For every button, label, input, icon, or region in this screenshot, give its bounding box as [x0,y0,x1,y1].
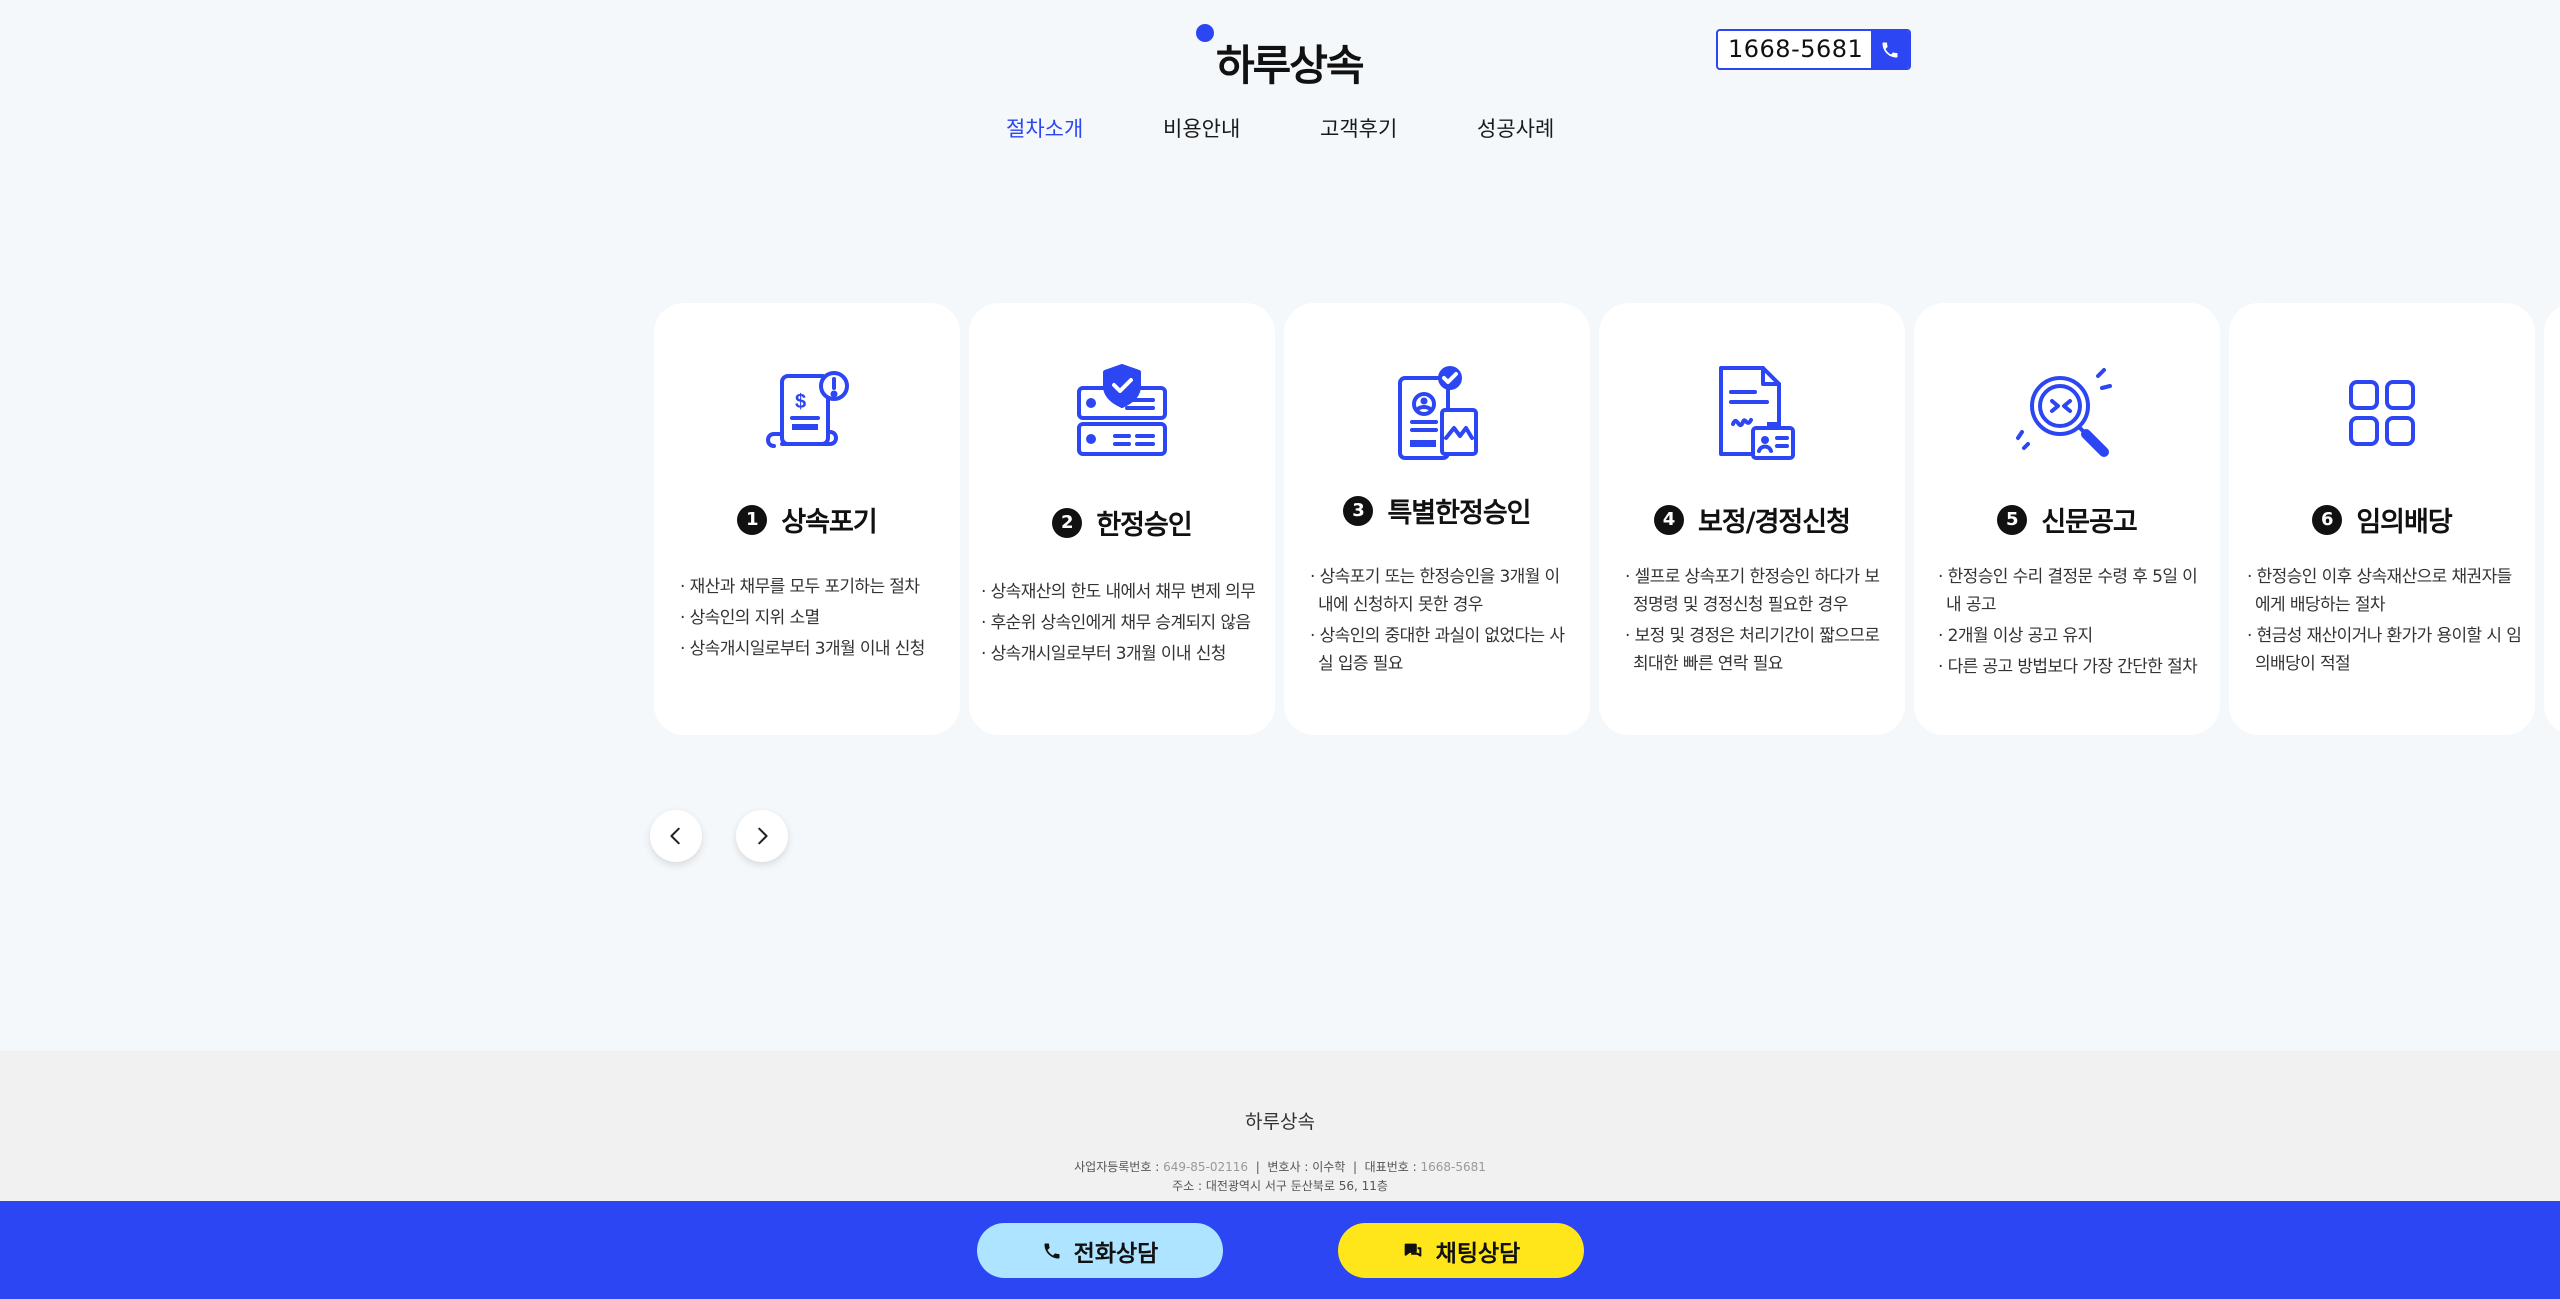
phone-consult-label: 전화상담 [1073,1240,1159,1267]
procedure-carousel[interactable]: $ 1 상속포기 · 재산과 채무를 모두 포기하는 절차 · 상속인의 지위 … [654,303,2560,735]
step-line: · 보정 및 경정은 처리기간이 짧으므로 최대한 빠른 연락 필요 [1625,626,1880,674]
bottom-cta-bar: 전화상담 채팅상담 [0,1201,2560,1299]
step-description: · 상속재산의 한도 내에서 채무 변제 의무 · 후순위 상속인에게 채무 승… [981,578,1265,671]
chat-consult-button[interactable]: 채팅상담 [1338,1223,1584,1278]
step-description: · 상속포기 또는 한정승인을 3개월 이내에 신청하지 못한 경우 · 상속인… [1310,563,1570,681]
phone-consult-button[interactable]: 전화상담 [977,1223,1223,1278]
footer-company-name: 하루상속 [1245,1111,1315,1133]
footer-address: 주소 : 대전광역시 서구 둔산북로 56, 11층 [1172,1179,1388,1193]
svg-text:$: $ [795,391,806,413]
step-card[interactable]: $ 1 상속포기 · 재산과 채무를 모두 포기하는 절차 · 상속인의 지위 … [654,303,960,735]
footer-lawyer: 이수학 [1312,1160,1346,1174]
step-title-text: 상속포기 [781,507,877,538]
phone-icon [1044,1243,1060,1258]
verified-id-card-icon [1398,366,1478,460]
step-title: 2 한정승인 [969,503,1275,542]
step-line: · 한정승인 수리 결정문 수령 후 5일 이내 공고 [1938,567,2198,615]
step-description: · 셀프로 상속포기 한정승인 하다가 보정명령 및 경정신청 필요한 경우 ·… [1625,563,1887,681]
carousel-prev-button[interactable] [650,810,702,862]
logo[interactable]: 하루상속 [1196,22,1365,90]
step-number: 4 [1654,504,1685,535]
footer-rep-no: 1668-5681 [1420,1160,1486,1174]
step-title-text: 신문공고 [2041,507,2137,538]
step-card-next[interactable] [2544,303,2560,735]
site-header: 하루상속 1668-5681 절차소개 비용안내 고객후기 성공사례 [0,0,2560,170]
step-description: · 한정승인 수리 결정문 수령 후 5일 이내 공고 · 2개월 이상 공고 … [1938,563,2206,684]
step-description: · 한정승인 이후 상속재산으로 채권자들에게 배당하는 절차 · 현금성 재산… [2247,563,2523,681]
step-line: · 셀프로 상속포기 한정승인 하다가 보정명령 및 경정신청 필요한 경우 [1625,567,1880,615]
step-title: 1 상속포기 [654,500,960,539]
step-title-text: 임의배당 [2356,507,2452,538]
step-card[interactable]: 4 보정/경정신청 · 셀프로 상속포기 한정승인 하다가 보정명령 및 경정신… [1599,303,1905,735]
step-line: · 상속개시일로부터 3개월 이내 신청 [680,639,925,659]
signed-document-icon [1719,366,1795,460]
footer-biz-label: 사업자등록번호 : [1074,1160,1164,1174]
step-card[interactable]: 2 한정승인 · 상속재산의 한도 내에서 채무 변제 의무 · 후순위 상속인… [969,303,1275,735]
step-line: · 상속인의 지위 소멸 [680,608,820,628]
chat-bubble-icon [1404,1243,1422,1257]
chevron-right-icon [758,827,768,845]
step-title-text: 특별한정승인 [1387,498,1531,529]
footer-business-info: 사업자등록번호 : 649-85-02116 | 변호사 : 이수학 | 대표번… [1074,1160,1486,1174]
step-title: 6 임의배당 [2229,500,2535,539]
step-title: 3 특별한정승인 [1284,491,1590,530]
step-line: · 후순위 상속인에게 채무 승계되지 않음 [981,613,1251,633]
step-line: · 상속인의 중대한 과실이 없었다는 사실 입증 필요 [1310,626,1565,674]
step-line: · 다른 공고 방법보다 가장 간단한 절차 [1938,657,2198,677]
step-description: · 재산과 채무를 모두 포기하는 절차 · 상속인의 지위 소멸 · 상속개시… [680,573,950,666]
step-number: 1 [737,504,768,535]
step-line: · 상속포기 또는 한정승인을 3개월 이내에 신청하지 못한 경우 [1310,567,1560,615]
nav-item-reviews[interactable]: 고객후기 [1320,113,1397,143]
phone-number: 1668-5681 [1728,35,1864,63]
footer-biz-no: 649-85-02116 [1163,1160,1249,1174]
header-phone[interactable]: 1668-5681 [1716,29,1912,70]
step-card[interactable]: 5 신문공고 · 한정승인 수리 결정문 수령 후 5일 이내 공고 · 2개월… [1914,303,2220,735]
step-line: · 재산과 채무를 모두 포기하는 절차 [680,577,920,597]
logo-text: 하루상속 [1216,41,1365,90]
carousel-next-button[interactable] [736,810,788,862]
step-line: · 상속개시일로부터 3개월 이내 신청 [981,644,1226,664]
chevron-left-icon [670,827,680,845]
step-title-text: 보정/경정신청 [1698,507,1851,538]
chat-consult-label: 채팅상담 [1435,1240,1521,1267]
phone-call-button[interactable] [1871,31,1910,68]
step-line: · 한정승인 이후 상속재산으로 채권자들에게 배당하는 절차 [2247,567,2512,615]
magnifier-search-icon [2016,368,2112,457]
grid-apps-icon [2349,380,2415,446]
footer-rep-label: 대표번호 : [1364,1160,1421,1174]
step-line: · 상속재산의 한도 내에서 채무 변제 의무 [981,582,1256,602]
step-title-text: 한정승인 [1096,510,1192,541]
step-number: 6 [2312,504,2343,535]
step-title: 4 보정/경정신청 [1599,500,1905,539]
site-footer: 하루상속 사업자등록번호 : 649-85-02116 | 변호사 : 이수학 … [0,1051,2560,1201]
nav-item-success-cases[interactable]: 성공사례 [1477,113,1554,143]
shield-check-server-icon [1077,364,1167,456]
phone-icon [1882,42,1898,57]
inheritance-document-icon: $ [766,371,849,448]
step-line: · 2개월 이상 공고 유지 [1938,626,2093,646]
nav-item-procedure[interactable]: 절차소개 [1006,113,1083,143]
logo-dot [1196,24,1214,42]
step-card[interactable]: 6 임의배당 · 한정승인 이후 상속재산으로 채권자들에게 배당하는 절차 ·… [2229,303,2535,735]
step-number: 5 [1997,504,2028,535]
step-line: · 현금성 재산이거나 환가가 용이할 시 임의배당이 적절 [2247,626,2522,674]
step-card[interactable]: 3 특별한정승인 · 상속포기 또는 한정승인을 3개월 이내에 신청하지 못한… [1284,303,1590,735]
nav-item-cost[interactable]: 비용안내 [1163,113,1240,143]
step-number: 2 [1052,507,1083,538]
step-title: 5 신문공고 [1914,500,2220,539]
main-nav: 절차소개 비용안내 고객후기 성공사례 [0,113,2560,149]
step-number: 3 [1343,495,1374,526]
footer-lawyer-label: 변호사 : [1267,1160,1313,1174]
